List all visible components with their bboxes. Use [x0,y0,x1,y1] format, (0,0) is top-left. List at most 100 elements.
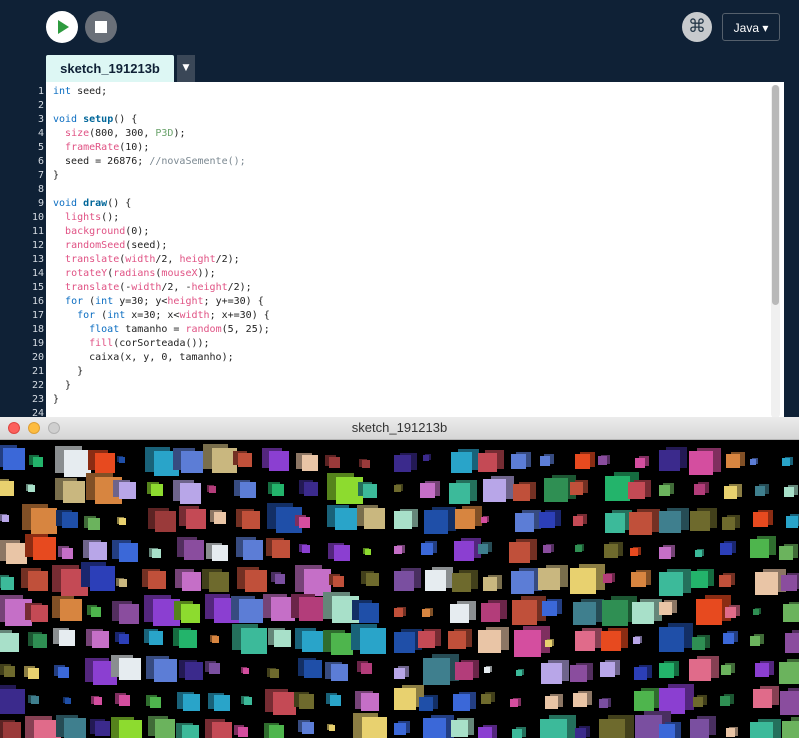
sketch-box [724,606,736,618]
mode-selector[interactable]: Java ▾ [722,13,780,41]
sketch-box [4,599,32,627]
sketch-box [61,548,73,560]
sketch-box [62,511,79,528]
stop-button[interactable] [85,11,117,43]
sketch-box [692,637,706,651]
sketch-box [239,598,264,623]
sketch-box [185,661,204,680]
code-line: } [53,394,60,405]
sketch-box [33,536,57,560]
sketch-box [148,571,167,590]
sketch-box [569,567,596,594]
sketch-box [393,485,401,493]
line-number: 17 [31,310,44,321]
code-editor[interactable]: 1 2 3 4 5 6 7 8 9 10 11 12 13 14 15 16 17 18 19 20 21 22 23 24 … [0,82,799,422]
sketch-box [512,600,538,626]
tab-menu-button[interactable]: ▼ [177,55,195,82]
window-titlebar[interactable]: sketch_191213b [0,417,799,440]
sketch-box [64,449,92,477]
sketch-box [2,448,25,471]
line-number: 4 [37,128,44,139]
line-number: 16 [31,296,44,307]
sketch-box [328,725,335,732]
sketch-box [328,457,340,469]
sketch-box [783,487,794,498]
sketch-box [89,542,108,561]
sketch-box [0,632,20,652]
sketch-box [180,603,200,623]
editor-scrollbar-thumb[interactable] [772,85,779,305]
sketch-box [483,667,490,674]
sketch-box [544,696,558,710]
sketch-box [418,696,433,711]
sketch-box [269,725,285,738]
sketch-box [424,510,449,535]
sketch-box [88,517,101,530]
sketch-box [30,696,39,705]
sketch-box [118,603,139,624]
sketch-box [694,549,702,557]
sketch-box [214,512,227,525]
code-line: background(0); [65,226,150,237]
sketch-box [453,540,474,561]
sketch-box [209,662,221,674]
code-line: translate(width/2, height/2); [65,254,240,265]
sketch-box [480,516,487,523]
code-line: randomSeed(seed); [65,240,168,251]
sketch-box [695,598,722,625]
sketch-box [693,483,705,495]
sketch-box [541,600,557,616]
sketch-box [214,598,240,624]
sketch-box [784,633,799,654]
code-line: void setup() { [53,114,138,125]
sketch-box [33,719,61,738]
line-number: 14 [31,268,44,279]
sketch-box [632,636,640,644]
sketch-box [422,657,450,685]
debugger-button[interactable]: ⌘ [682,12,712,42]
sketch-box [752,689,772,709]
sketch-box [575,727,587,738]
sketch-box [0,688,25,714]
debugger-icon: ⌘ [688,16,706,37]
line-number: 9 [37,198,44,209]
sketch-box [598,718,625,738]
sketch-box [658,687,685,714]
sketch-box [478,629,502,653]
sketch-box [394,632,416,654]
line-number: 23 [31,394,44,405]
sketch-box [749,538,769,558]
sketch-box [4,666,15,678]
sketch-box [755,662,770,677]
sketch-box [451,719,468,737]
sketch-box [118,542,138,562]
line-number: 2 [37,100,44,111]
sketch-box [752,609,759,615]
sketch-canvas[interactable] [0,440,799,738]
sketch-box [722,517,736,531]
sketch-box [30,508,57,535]
sketch-box [58,667,70,679]
window-title: sketch_191213b [351,420,448,435]
sketch-box [33,456,44,467]
sketch-box [511,454,527,470]
sketch-box [149,631,164,646]
sketch-box [688,659,711,682]
sketch-box [658,546,671,559]
sketch-box [542,545,551,554]
sketch-box [448,630,467,649]
code-line: fill(corSorteada()); [89,338,210,349]
run-button[interactable] [46,11,78,43]
sketch-box [118,633,129,644]
sketch-box [509,699,518,708]
sketch-box [633,667,647,681]
sketch-box [154,719,175,738]
tab-sketch[interactable]: sketch_191213b [46,55,174,82]
code-line: frameRate(10); [65,142,150,153]
sketch-box [454,662,473,681]
sketch-box [598,455,608,465]
sketch-box [513,483,531,501]
sketch-box [332,596,360,624]
sketch-box [778,662,799,685]
sketch-box [601,631,622,652]
